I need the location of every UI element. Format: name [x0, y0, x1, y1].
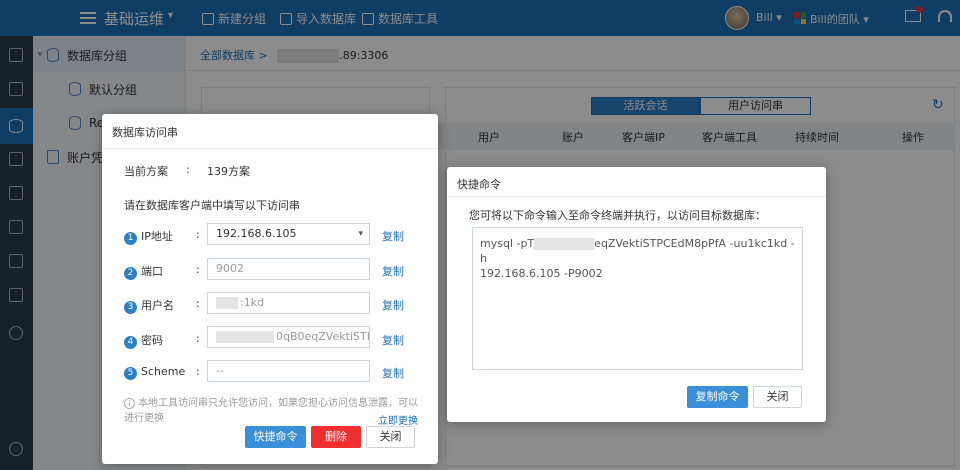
plan-label: 当前方案	[124, 165, 168, 178]
colon: :	[196, 332, 200, 345]
copy-username-link[interactable]: 复制	[382, 297, 404, 313]
colon: :	[196, 228, 200, 241]
field-label-scheme: 5 Scheme	[124, 365, 185, 380]
copy-port-link[interactable]: 复制	[382, 263, 404, 279]
command-description: 您可将以下命令输入至命令终端并执行，以访问目标数据库：	[469, 209, 766, 222]
colon: :	[196, 365, 200, 378]
field-label-port: 2 端口	[124, 263, 163, 280]
copy-scheme-link[interactable]: 复制	[382, 365, 404, 381]
access-string-dialog: 数据库访问串 当前方案 : 139方案 请在数据库客户端中填写以下访问串 1 IP…	[102, 114, 438, 464]
command-textarea[interactable]: mysql -pT eqZVektiSTPCEdM8pPfA -uu1kc1kd …	[472, 227, 803, 370]
divider	[447, 196, 826, 197]
colon: :	[186, 163, 190, 176]
close-button[interactable]: 关闭	[753, 386, 802, 408]
close-button[interactable]: 关闭	[366, 426, 415, 448]
dialog-title: 数据库访问串	[112, 126, 178, 139]
field-label-ip: 1 IP地址	[124, 228, 173, 245]
scheme-field[interactable]: --	[207, 360, 370, 382]
field-label-password: 4 密码	[124, 332, 163, 349]
masked-text	[534, 238, 595, 250]
username-field[interactable]: :1kd	[207, 292, 370, 314]
colon: :	[196, 297, 200, 310]
copy-password-link[interactable]: 复制	[382, 332, 404, 348]
instruction-text: 请在数据库客户端中填写以下访问串	[124, 199, 300, 212]
port-field[interactable]: 9002	[207, 258, 370, 280]
field-label-username: 3 用户名	[124, 297, 174, 314]
divider	[102, 148, 438, 149]
dialog-title: 快捷命令	[457, 178, 501, 191]
colon: :	[196, 263, 200, 276]
masked-text	[216, 331, 274, 343]
change-now-link[interactable]: 立即更换	[378, 412, 418, 427]
password-field[interactable]: 0qB0eqZVektiSTPC	[207, 326, 370, 348]
info-icon: i	[124, 398, 135, 409]
copy-command-button[interactable]: 复制命令	[687, 386, 748, 408]
plan-value: 139方案	[207, 165, 250, 178]
copy-ip-link[interactable]: 复制	[382, 228, 404, 244]
ip-select[interactable]: 192.168.6.105 ▾	[207, 223, 370, 245]
delete-button[interactable]: 删除	[311, 426, 361, 448]
masked-text	[216, 297, 238, 309]
quick-command-dialog: 快捷命令 您可将以下命令输入至命令终端并执行，以访问目标数据库： mysql -…	[447, 167, 826, 422]
chevron-down-icon: ▾	[358, 229, 363, 239]
quick-command-button[interactable]: 快捷命令	[245, 426, 306, 448]
